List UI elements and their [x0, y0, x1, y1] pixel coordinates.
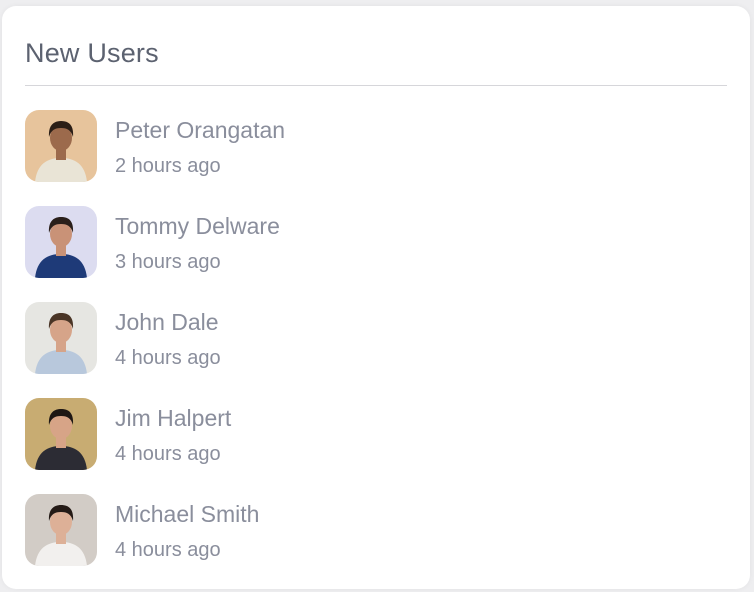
new-users-card: New Users Peter Orangatan 2 hours ago To… — [2, 6, 750, 589]
divider — [25, 85, 727, 86]
user-name[interactable]: Jim Halpert — [115, 404, 231, 432]
person-avatar-icon[interactable] — [25, 302, 97, 374]
user-name[interactable]: Michael Smith — [115, 500, 259, 528]
list-item[interactable]: Tommy Delware 3 hours ago — [25, 206, 625, 278]
card-title: New Users — [25, 38, 159, 68]
user-joined-time: 4 hours ago — [115, 443, 221, 465]
list-item[interactable]: Jim Halpert 4 hours ago — [25, 398, 625, 470]
person-avatar-icon[interactable] — [25, 494, 97, 566]
user-joined-time: 3 hours ago — [115, 251, 221, 273]
user-joined-time: 4 hours ago — [115, 539, 221, 561]
person-avatar-icon[interactable] — [25, 110, 97, 182]
user-name[interactable]: Peter Orangatan — [115, 116, 285, 144]
user-joined-time: 4 hours ago — [115, 347, 221, 369]
user-name[interactable]: John Dale — [115, 308, 219, 336]
list-item[interactable]: Michael Smith 4 hours ago — [25, 494, 625, 566]
list-item[interactable]: Peter Orangatan 2 hours ago — [25, 110, 625, 182]
user-joined-time: 2 hours ago — [115, 155, 221, 177]
list-item[interactable]: John Dale 4 hours ago — [25, 302, 625, 374]
user-list: Peter Orangatan 2 hours ago Tommy Delwar… — [25, 110, 625, 590]
person-avatar-icon[interactable] — [25, 398, 97, 470]
person-avatar-icon[interactable] — [25, 206, 97, 278]
user-name[interactable]: Tommy Delware — [115, 212, 280, 240]
